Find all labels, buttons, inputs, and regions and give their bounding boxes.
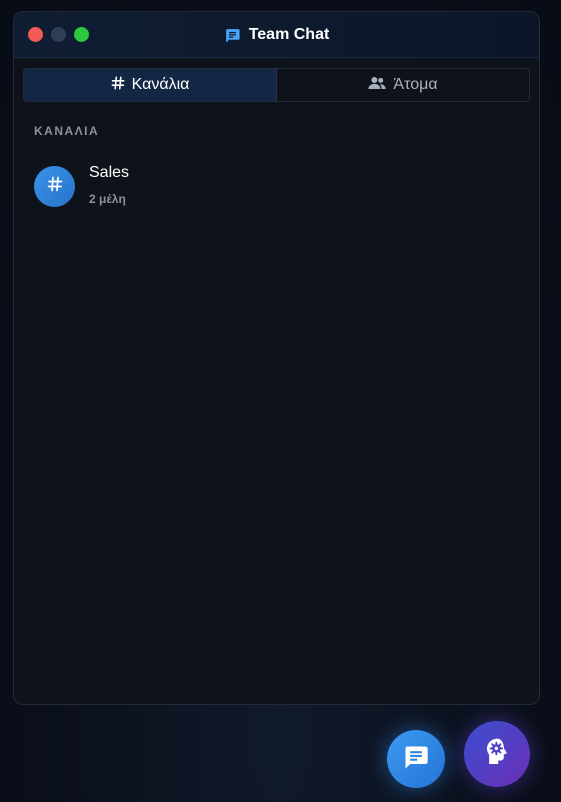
window-title: Team Chat <box>14 12 539 58</box>
title-bar: Team Chat <box>14 12 539 58</box>
tab-people[interactable]: Άτομα <box>277 69 529 101</box>
tab-channels[interactable]: Κανάλια <box>24 69 277 101</box>
tab-people-label: Άτομα <box>393 76 438 93</box>
ai-assistant-button[interactable] <box>464 721 530 787</box>
hash-icon <box>111 76 125 95</box>
chat-bubble-icon <box>402 743 430 776</box>
channel-item-sales[interactable]: Sales 2 μέλη <box>34 164 514 214</box>
head-gear-icon <box>481 736 513 773</box>
channel-member-count: 2 μέλη <box>89 192 126 206</box>
channels-section-heading: ΚΑΝΑΛΙΑ <box>34 124 100 138</box>
tab-channels-label: Κανάλια <box>131 76 190 93</box>
channel-avatar <box>34 166 75 207</box>
channel-people-tabs: Κανάλια Άτομα <box>23 68 530 102</box>
people-icon <box>368 76 387 95</box>
chat-bubble-icon <box>224 27 241 44</box>
channel-info: Sales 2 μέλη <box>89 164 129 206</box>
team-chat-window: Team Chat Κανάλια Άτομα ΚΑΝΑΛΙΑ Sales 2 … <box>13 11 540 705</box>
channel-name: Sales <box>89 164 130 181</box>
open-chat-button[interactable] <box>387 730 445 788</box>
window-title-text: Team Chat <box>248 26 330 43</box>
hash-icon <box>47 176 63 197</box>
